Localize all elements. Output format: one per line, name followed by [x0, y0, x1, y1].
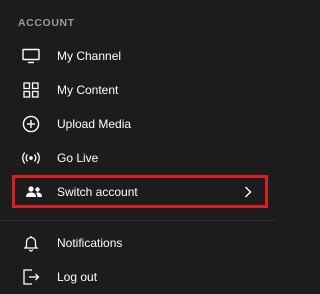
section-divider	[0, 220, 276, 221]
menu-item-label: Log out	[57, 270, 98, 284]
broadcast-icon	[21, 148, 41, 168]
account-menu-panel: ACCOUNT My Channel My Content Upload Med…	[0, 0, 276, 294]
menu-item-switch-account[interactable]: Switch account	[12, 175, 268, 208]
monitor-icon	[21, 46, 41, 66]
menu-item-label: Switch account	[57, 184, 138, 199]
people-icon	[24, 182, 44, 202]
menu-item-my-channel[interactable]: My Channel	[0, 39, 276, 73]
logout-icon	[21, 267, 41, 287]
chevron-right-icon	[243, 185, 253, 199]
menu-item-upload-media[interactable]: Upload Media	[0, 107, 276, 141]
menu-item-my-content[interactable]: My Content	[0, 73, 276, 107]
bell-icon	[21, 233, 41, 253]
menu-item-label: Notifications	[57, 236, 123, 250]
menu-item-label: My Content	[57, 83, 119, 97]
menu-item-label: Upload Media	[57, 117, 132, 131]
menu-item-label: My Channel	[57, 49, 122, 63]
grid-icon	[21, 80, 41, 100]
menu-item-go-live[interactable]: Go Live	[0, 141, 276, 175]
menu-item-log-out[interactable]: Log out	[0, 260, 276, 294]
menu-item-label: Go Live	[57, 151, 99, 165]
plus-circle-icon	[21, 114, 41, 134]
menu-item-notifications[interactable]: Notifications	[0, 226, 276, 260]
section-title: ACCOUNT	[18, 17, 75, 29]
